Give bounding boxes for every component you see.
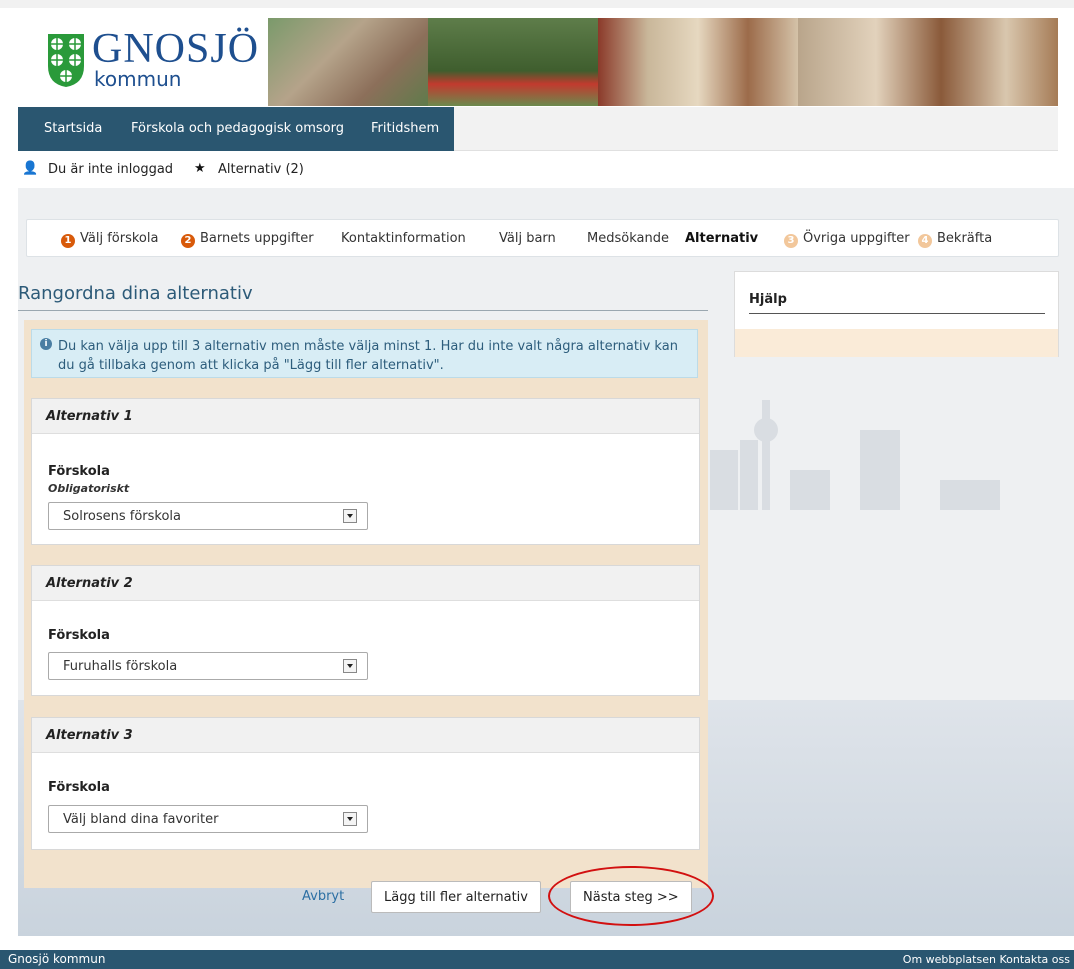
alternative-1-card: Alternativ 1 Förskola Obligatoriskt Solr… (31, 398, 700, 545)
info-icon: i (40, 338, 52, 350)
select-value: Välj bland dina favoriter (63, 812, 219, 827)
cancel-link[interactable]: Avbryt (302, 889, 344, 904)
field-label: Förskola (48, 628, 110, 643)
logo-title: GNOSJÖ (92, 26, 260, 72)
select-value: Solrosens förskola (63, 509, 181, 524)
help-panel: Hjälp (734, 271, 1059, 357)
help-title: Hjälp (749, 292, 1045, 314)
step-ovriga-uppgifter: 3 Övriga uppgifter (784, 231, 910, 248)
info-text: Du kan välja upp till 3 alternativ men m… (58, 339, 678, 373)
alternative-title: Alternativ 2 (32, 566, 699, 601)
step-label: Barnets uppgifter (200, 231, 314, 246)
select-value: Furuhalls förskola (63, 659, 178, 674)
site-logo[interactable]: GNOSJÖ kommun (38, 26, 278, 96)
nav-startsida[interactable]: Startsida (44, 121, 102, 136)
step-number-badge: 4 (918, 234, 932, 248)
dropdown-arrow-icon (343, 812, 357, 826)
forskola-select-2[interactable]: Furuhalls förskola (48, 652, 368, 680)
step-valj-forskola[interactable]: 1 Välj förskola (61, 231, 158, 248)
dropdown-arrow-icon (343, 659, 357, 673)
favorites-link[interactable]: Alternativ (2) (218, 162, 304, 177)
required-note: Obligatoriskt (48, 482, 130, 495)
progress-steps: 1 Välj förskola 2 Barnets uppgifter Kontak… (26, 219, 1059, 257)
step-bekrafta: 4 Bekräfta (918, 231, 992, 248)
top-strip (0, 0, 1074, 8)
forskola-select-3[interactable]: Välj bland dina favoriter (48, 805, 368, 833)
forskola-select-1[interactable]: Solrosens förskola (48, 502, 368, 530)
alternative-title: Alternativ 3 (32, 718, 699, 753)
step-label: Alternativ (685, 231, 759, 246)
header-banner-photo (268, 18, 1058, 106)
logo-subtitle: kommun (94, 67, 182, 91)
step-kontaktinformation[interactable]: Kontaktinformation (341, 231, 466, 246)
main-navigation: Startsida Förskola och pedagogisk omsorg… (18, 107, 1058, 151)
coat-of-arms-icon (48, 34, 84, 87)
info-box: i Du kan välja upp till 3 alternativ men… (31, 329, 698, 378)
step-medsokande[interactable]: Medsökande (587, 231, 669, 246)
step-number-badge: 1 (61, 234, 75, 248)
step-label: Välj förskola (80, 231, 159, 246)
step-barnets-uppgifter[interactable]: 2 Barnets uppgifter (181, 231, 314, 248)
site-footer: Gnosjö kommun Om webbplatsen Kontakta os… (0, 950, 1074, 969)
site-header: GNOSJÖ kommun (18, 18, 1058, 106)
step-alternativ-current: Alternativ (685, 231, 758, 246)
step-valj-barn[interactable]: Välj barn (499, 231, 556, 246)
nav-fritidshem[interactable]: Fritidshem (371, 121, 439, 136)
alternative-3-card: Alternativ 3 Förskola Välj bland dina fa… (31, 717, 700, 850)
step-number-badge: 2 (181, 234, 195, 248)
page-title: Rangordna dina alternativ (18, 283, 708, 311)
footer-links[interactable]: Om webbplatsen Kontakta oss (903, 953, 1070, 966)
step-number-badge: 3 (784, 234, 798, 248)
user-icon: 👤 (22, 161, 39, 176)
dropdown-arrow-icon (343, 509, 357, 523)
step-label: Övriga uppgifter (803, 231, 910, 246)
login-status-link[interactable]: Du är inte inloggad (48, 162, 173, 177)
help-body (735, 329, 1058, 357)
highlight-circle (548, 866, 714, 926)
alternative-title: Alternativ 1 (32, 399, 699, 434)
star-icon: ★ (194, 161, 206, 176)
field-label: Förskola (48, 780, 110, 795)
alternative-2-card: Alternativ 2 Förskola Furuhalls förskola (31, 565, 700, 696)
nav-forskola[interactable]: Förskola och pedagogisk omsorg (131, 121, 344, 136)
cityscape-illustration (710, 400, 1000, 510)
step-label: Bekräfta (937, 231, 993, 246)
footer-brand: Gnosjö kommun (8, 952, 106, 966)
add-more-alternatives-button[interactable]: Lägg till fler alternativ (371, 881, 541, 913)
user-bar: 👤 Du är inte inloggad ★ Alternativ (2) (18, 152, 1058, 188)
field-label: Förskola (48, 464, 110, 479)
